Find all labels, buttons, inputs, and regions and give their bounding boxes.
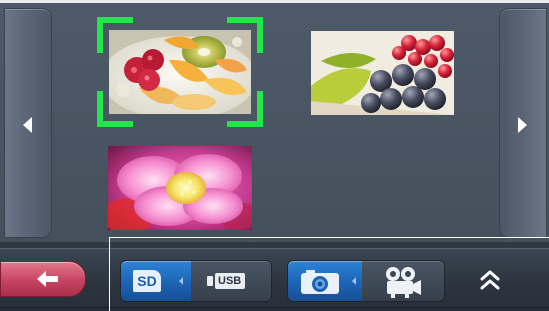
selection-indicator-icon [352,277,356,285]
media-type-selector [287,260,445,302]
bottom-toolbar: SD USB [0,242,549,311]
next-page-button[interactable] [499,8,547,238]
storage-usb-button[interactable]: USB [191,261,271,301]
thumbnail-pink-flower[interactable] [108,146,252,230]
collapse-toolbar-button[interactable] [470,264,510,298]
usb-plug-icon [207,276,213,286]
back-arrow-icon [37,271,58,287]
double-chevron-up-icon [480,270,500,290]
thumbnail-fruit-dessert[interactable] [109,30,251,114]
chevron-right-icon [518,117,527,133]
back-button[interactable] [0,261,86,297]
usb-label: USB [215,273,246,289]
video-mode-button[interactable] [362,261,444,301]
top-divider [0,0,549,3]
thumbnail-grapes-and-berries[interactable] [311,31,454,115]
thumbnail-gallery [0,0,549,242]
previous-page-button[interactable] [4,8,52,238]
chevron-left-icon [23,117,32,133]
selection-indicator-icon [179,277,183,285]
photo-mode-button[interactable] [288,261,362,301]
storage-selector: SD USB [120,260,272,302]
video-camera-icon [386,267,421,298]
camera-icon [301,270,339,294]
storage-sd-button[interactable]: SD [121,261,191,301]
sd-card-icon: SD [133,270,161,292]
media-browser-screen: SD USB [0,0,549,311]
